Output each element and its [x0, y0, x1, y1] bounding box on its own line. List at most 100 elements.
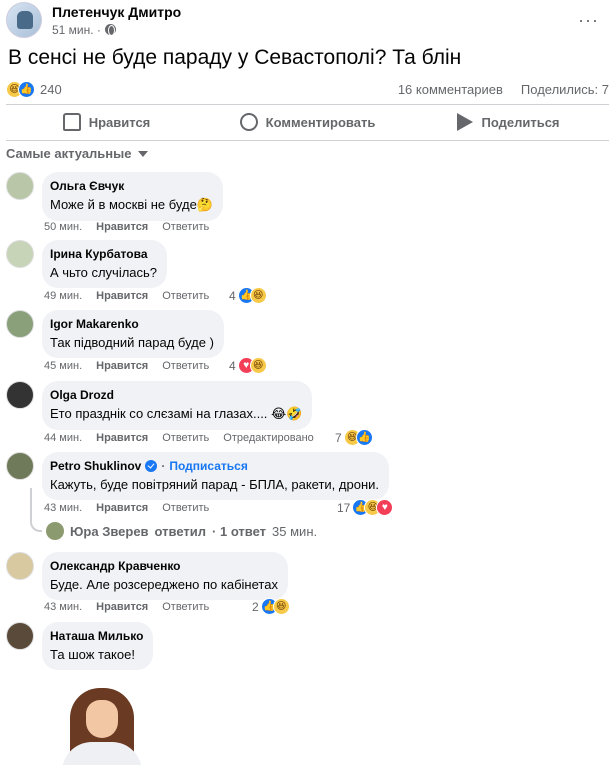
- comment-reply-button[interactable]: Ответить: [162, 221, 209, 233]
- commenter-name[interactable]: Олександр Кравченко: [50, 559, 278, 573]
- avatar[interactable]: [6, 622, 34, 650]
- comment-reactions[interactable]: 2 👍 😆: [252, 598, 290, 615]
- avatar[interactable]: [6, 240, 34, 268]
- globe-icon: [104, 24, 116, 36]
- view-replies-link[interactable]: Юра Зверев ответил · 1 ответ 35 мин.: [46, 522, 317, 540]
- divider: [6, 104, 609, 105]
- post-text: В сенсі не буде параду у Севастополі? Та…: [8, 46, 462, 69]
- reaction-count: 4: [229, 358, 236, 373]
- comment-text: Може й в москві не буде: [50, 197, 197, 212]
- comment-button[interactable]: Комментировать: [207, 106, 408, 138]
- more-options-button[interactable]: ···: [578, 10, 599, 31]
- comment-reactions[interactable]: 4 ♥ 😆: [229, 357, 267, 374]
- comment-text: Та шож такое!: [50, 647, 135, 662]
- edited-label[interactable]: Отредактировано: [223, 432, 314, 444]
- avatar[interactable]: [6, 452, 34, 480]
- post-stats: 😆 👍 240 16 комментариев Поделились: 7: [6, 80, 609, 98]
- reply-count: · 1 ответ: [212, 523, 267, 539]
- avatar[interactable]: [6, 552, 34, 580]
- comment-icon: [239, 113, 258, 131]
- comments-count[interactable]: 16 комментариев: [398, 82, 503, 97]
- avatar[interactable]: [6, 172, 34, 200]
- comment-actions: 43 мин. Нравится Ответить: [44, 601, 209, 613]
- author-avatar[interactable]: [6, 2, 42, 38]
- comment-like-button[interactable]: Нравится: [96, 360, 148, 372]
- comment-emoji: 😂🤣: [271, 406, 303, 421]
- comment-text: Буде. Але розсереджено по кабінетах: [50, 577, 278, 592]
- comment-like-button[interactable]: Нравится: [96, 502, 148, 514]
- sort-label: Самые актуальные: [6, 146, 132, 161]
- heart-reaction-icon: ♥: [376, 499, 394, 516]
- commenter-name[interactable]: Olga Drozd: [50, 388, 302, 402]
- comment-actions: 49 мин. Нравится Ответить: [44, 290, 209, 302]
- haha-reaction-icon: 😆: [249, 287, 267, 304]
- comment-like-button[interactable]: Нравится: [96, 432, 148, 444]
- reply-time: 35 мин.: [272, 523, 318, 539]
- post-time-text: 51 мин. ·: [52, 22, 101, 37]
- comment-bubble: Наташа Милько Та шож такое!: [42, 622, 154, 670]
- caret-down-icon: [137, 150, 148, 157]
- comment-time[interactable]: 44 мин.: [44, 432, 82, 444]
- comment-text: Ето празднік со слєзамі на глазах....: [50, 406, 268, 421]
- reaction-count: 4: [229, 288, 236, 303]
- commenter-name[interactable]: Наташа Милько: [50, 629, 143, 643]
- comment-like-button[interactable]: Нравится: [96, 221, 148, 233]
- comment-time[interactable]: 43 мин.: [44, 601, 82, 613]
- comment-actions: 50 мин. Нравится Ответить: [44, 221, 209, 233]
- comment-actions: 45 мин. Нравится Ответить: [44, 360, 209, 372]
- separator: ·: [161, 459, 166, 473]
- share-label: Поделиться: [481, 114, 560, 130]
- comment-reply-button[interactable]: Ответить: [162, 601, 209, 613]
- post-timestamp[interactable]: 51 мин. ·: [52, 23, 181, 37]
- like-button[interactable]: Нравится: [6, 106, 207, 138]
- comment-reply-button[interactable]: Ответить: [162, 290, 209, 302]
- comment-reactions[interactable]: 7 😆 👍: [335, 429, 373, 446]
- commenter-name[interactable]: Petro Shuklinov: [50, 459, 141, 473]
- comment-actions: 43 мин. Нравится Ответить: [44, 502, 209, 514]
- reply-thread-line: [30, 488, 42, 532]
- comment-bubble: Petro Shuklinov · Подписаться Кажуть, бу…: [42, 452, 390, 500]
- post-author[interactable]: Плетенчук Дмитро: [52, 4, 181, 20]
- comment-bubble: Олександр Кравченко Буде. Але розсередже…: [42, 552, 288, 600]
- haha-reaction-icon: 😆: [272, 598, 290, 615]
- comment-reactions[interactable]: 4 👍 😆: [229, 287, 267, 304]
- comment-time[interactable]: 45 мин.: [44, 360, 82, 372]
- comment-label: Комментировать: [265, 114, 376, 130]
- comment-time[interactable]: 43 мин.: [44, 502, 82, 514]
- reaction-count: 17: [337, 500, 351, 515]
- comment-text: А чьто случілась?: [50, 265, 158, 280]
- comment-reply-button[interactable]: Ответить: [162, 360, 209, 372]
- haha-reaction-icon: 😆: [249, 357, 267, 374]
- comment-reply-button[interactable]: Ответить: [162, 432, 209, 444]
- comment-reply-button[interactable]: Ответить: [162, 502, 209, 514]
- comment-bubble: Ольга Євчук Може й в москві не буде🤔: [42, 172, 224, 221]
- comment-like-button[interactable]: Нравится: [96, 601, 148, 613]
- comment-time[interactable]: 50 мин.: [44, 221, 82, 233]
- post-header: Плетенчук Дмитро 51 мин. ·: [6, 2, 181, 38]
- avatar: [46, 522, 64, 540]
- reaction-summary[interactable]: 😆 👍: [6, 80, 35, 98]
- commenter-name[interactable]: Igor Makarenko: [50, 317, 214, 331]
- comment-time[interactable]: 49 мин.: [44, 290, 82, 302]
- comment-bubble: Ірина Курбатова А чьто случілась?: [42, 240, 168, 288]
- comment-reactions[interactable]: 17 👍 😆 ♥: [337, 499, 394, 516]
- like-reaction-icon: 👍: [355, 429, 373, 446]
- comment-like-button[interactable]: Нравится: [96, 290, 148, 302]
- share-button[interactable]: Поделиться: [408, 106, 609, 138]
- avatar[interactable]: [6, 381, 34, 409]
- replier-name: Юра Зверев: [70, 523, 149, 539]
- reaction-count: 7: [335, 430, 342, 445]
- avatar[interactable]: [6, 310, 34, 338]
- reply-verb: ответил: [154, 523, 207, 539]
- commenter-name[interactable]: Ірина Курбатова: [50, 247, 157, 261]
- comment-text: Кажуть, буде повітряний парад - БПЛА, ра…: [50, 477, 380, 492]
- divider: [6, 140, 609, 141]
- commenter-name-row: Petro Shuklinov · Подписаться: [50, 459, 379, 473]
- commenter-name[interactable]: Ольга Євчук: [50, 179, 213, 193]
- reaction-count[interactable]: 240: [40, 82, 62, 97]
- shares-count[interactable]: Поделились: 7: [521, 82, 609, 97]
- subscribe-button[interactable]: Подписаться: [169, 459, 247, 473]
- comment-emoji: 🤔: [196, 197, 214, 212]
- reaction-count: 2: [252, 599, 259, 614]
- sort-dropdown[interactable]: Самые актуальные: [6, 146, 148, 161]
